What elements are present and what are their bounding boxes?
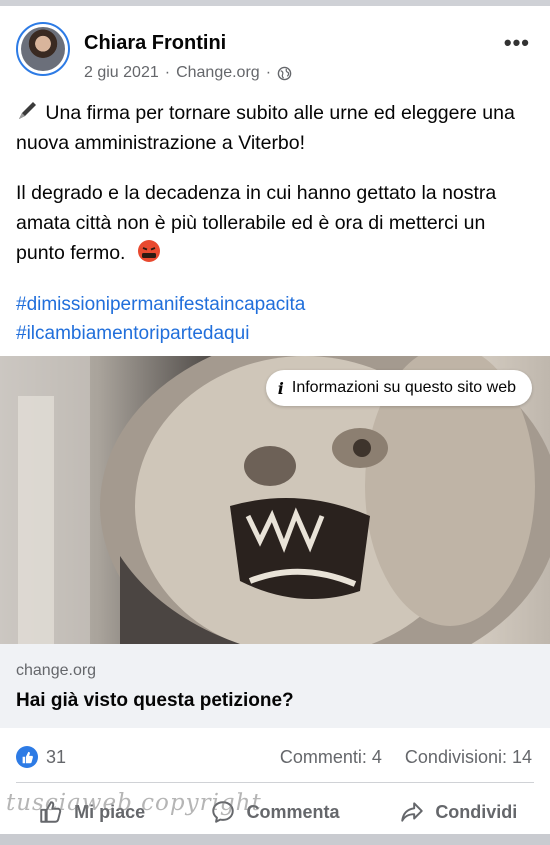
action-bar: Mi piace Commenta Condividi [0,784,550,840]
like-label: Mi piace [74,801,146,822]
comment-button[interactable]: Commenta [183,784,366,840]
post-text-line-2: Il degrado e la decadenza in cui hanno g… [16,182,497,264]
more-dots-icon[interactable]: ••• [504,30,530,56]
meta-separator: · [164,64,171,81]
divider [16,782,534,783]
angry-face-icon [137,240,160,262]
meta-separator-2: · [265,64,272,81]
post-text-1: Una firma per tornare subito alle urne e… [16,98,536,158]
link-domain: change.org [16,662,97,679]
comments-count[interactable]: Commenti: 4 [280,747,382,767]
engagement-counts: Commenti: 4 Condivisioni: 14 [280,747,532,768]
post-author[interactable]: Chiara Frontini [84,32,226,55]
link-title: Hai già visto questa petizione? [16,690,294,711]
thumbs-up-icon [40,801,62,823]
share-button[interactable]: Condividi [367,784,550,840]
post-text-2: Il degrado e la decadenza in cui hanno g… [16,178,536,268]
shares-count[interactable]: Condivisioni: 14 [405,747,532,767]
share-label: Condividi [435,801,518,822]
share-icon [401,802,424,822]
globe-icon [277,66,292,80]
comment-label: Commenta [246,801,340,822]
post-date[interactable]: 2 giu 2021 [84,64,159,82]
post-card: Chiara Frontini 2 giu 2021 · Change.org … [0,6,550,834]
like-reaction-icon[interactable] [16,746,38,768]
comment-icon [212,801,235,823]
avatar[interactable] [16,22,70,76]
bottom-bar [0,834,550,845]
post-source[interactable]: Change.org [176,64,260,82]
likes-count[interactable]: 31 [46,747,66,768]
like-button[interactable]: Mi piace [0,784,183,840]
hashtag-2[interactable]: #ilcambiamentoripartedaqui [16,319,305,348]
info-icon: i [277,378,284,398]
site-info-button[interactable]: i Informazioni su questo sito web [265,370,532,406]
link-preview-image[interactable]: i Informazioni su questo sito web [0,356,550,644]
link-preview-box[interactable]: change.org Hai già visto questa petizion… [0,644,550,728]
site-info-label: Informazioni su questo sito web [291,379,516,396]
hashtags: #dimissionipermanifestaincapacita #ilcam… [16,290,305,348]
avatar-photo [21,27,65,71]
post-text-line-1: Una firma per tornare subito alle urne e… [16,102,515,154]
reaction-stats: 31 Commenti: 4 Condivisioni: 14 [0,728,550,782]
post-meta: 2 giu 2021 · Change.org · [84,64,292,82]
pen-icon [19,102,36,119]
hashtag-1[interactable]: #dimissionipermanifestaincapacita [16,290,305,319]
